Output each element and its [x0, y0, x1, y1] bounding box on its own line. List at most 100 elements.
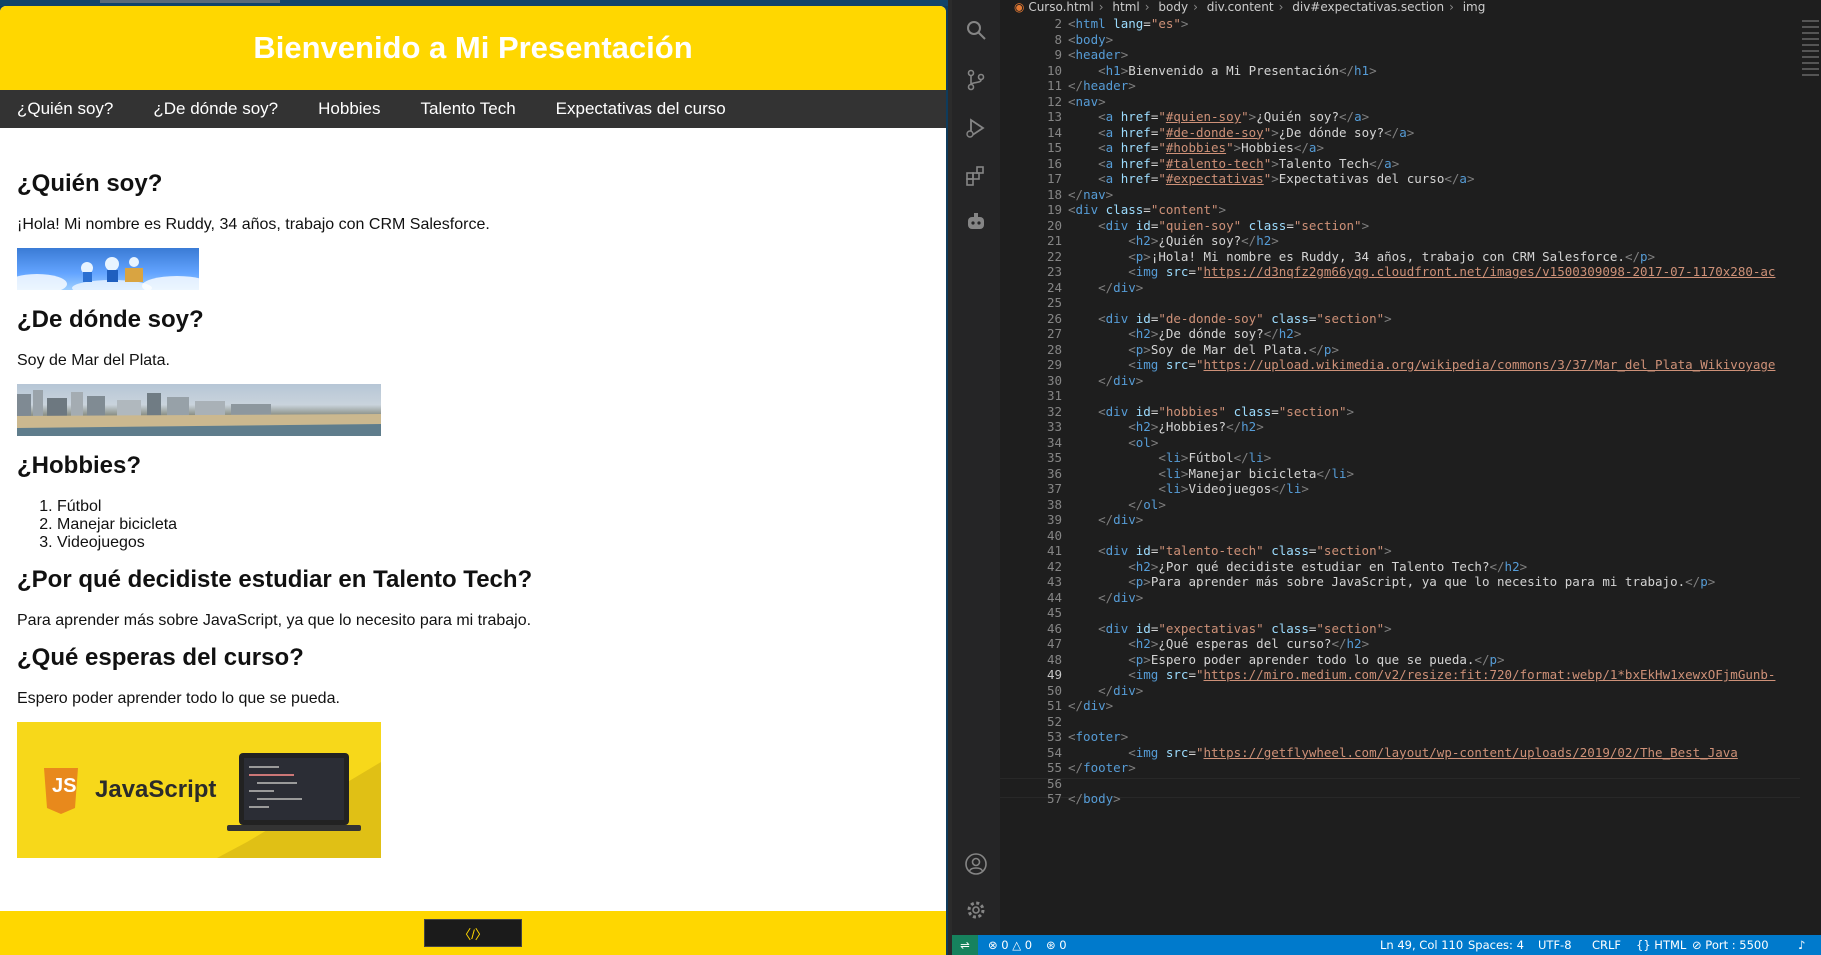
section-text: Soy de Mar del Plata. [17, 352, 170, 369]
breadcrumb-item[interactable]: div#expectativas.section [1292, 0, 1444, 14]
code-line[interactable]: <h1>Bienvenido a Mi Presentación</h1> [1068, 63, 1377, 78]
code-line[interactable]: <html lang="es"> [1068, 16, 1188, 31]
code-editor-window: ◉ Curso.html › html › body › div.content › d… [952, 0, 1821, 955]
code-line[interactable]: <ol> [1068, 435, 1158, 450]
braces-icon: {} [1636, 938, 1651, 952]
code-line[interactable]: <li>Fútbol</li> [1068, 450, 1271, 465]
nav-link-de-donde-soy[interactable]: ¿De dónde soy? [153, 99, 278, 119]
line-number: 33 [1046, 419, 1062, 434]
code-line[interactable]: <h2>¿Hobbies?</h2> [1068, 419, 1264, 434]
code-line[interactable]: <li>Manejar bicicleta</li> [1068, 466, 1354, 481]
breadcrumb-item[interactable]: div.content [1207, 0, 1274, 14]
line-number: 34 [1046, 434, 1062, 450]
breadcrumb-item[interactable]: img [1463, 0, 1486, 14]
live-server-port[interactable]: ⊘ Port : 5500 [1692, 935, 1769, 955]
code-line[interactable]: <img src="https://d3nqfz2gm66yqg.cloudfr… [1068, 264, 1775, 279]
cursor-position[interactable]: Ln 49, Col 110 [1380, 935, 1463, 955]
language-mode[interactable]: {} HTML [1636, 935, 1686, 955]
problems-indicator[interactable]: ⊗ 0 △ 0 [988, 935, 1032, 955]
remote-indicator-icon[interactable]: ⇌ [952, 935, 978, 955]
line-number: 49 [1046, 667, 1062, 682]
source-control-icon[interactable] [964, 68, 988, 92]
line-number: 36 [1046, 465, 1062, 481]
code-line[interactable]: <div class="content"> [1068, 202, 1226, 217]
code-line[interactable]: <p>Para aprender más sobre JavaScript, y… [1068, 574, 1715, 589]
code-line[interactable]: <p>Soy de Mar del Plata.</p> [1068, 342, 1339, 357]
site-nav: ¿Quién soy? ¿De dónde soy? Hobbies Talen… [0, 90, 946, 128]
code-line[interactable]: <a href="#quien-soy">¿Quién soy?</a> [1068, 109, 1369, 124]
code-line[interactable]: <li>Videojuegos</li> [1068, 481, 1309, 496]
code-area[interactable]: 2 <html lang="es"> 8 <body> 9 <header> 10 <h1>… [1000, 16, 1800, 933]
code-line[interactable]: </div> [1068, 698, 1113, 713]
content: ¿Quién soy? ¡Hola! Mi nombre es Ruddy, 3… [0, 128, 946, 858]
ports-indicator[interactable]: ⊛ 0 [1046, 935, 1067, 955]
line-number: 21 [1046, 233, 1062, 248]
code-line[interactable]: </nav> [1068, 187, 1113, 202]
code-line[interactable]: <div id="expectativas" class="section"> [1068, 621, 1392, 636]
code-line[interactable]: </div> [1068, 280, 1143, 295]
line-ending[interactable]: CRLF [1592, 935, 1621, 955]
code-line[interactable]: <h2>¿De dónde soy?</h2> [1068, 326, 1301, 341]
editor-scrollbar[interactable] [1807, 0, 1821, 935]
run-debug-icon[interactable] [964, 116, 988, 140]
encoding[interactable]: UTF-8 [1538, 935, 1572, 955]
code-line[interactable]: <header> [1068, 47, 1128, 62]
code-line[interactable]: <img src="https://miro.medium.com/v2/res… [1068, 667, 1775, 682]
code-line[interactable]: <body> [1068, 32, 1113, 47]
line-number: 15 [1046, 140, 1062, 155]
code-line[interactable]: </ol> [1068, 497, 1166, 512]
line-number: 14 [1046, 124, 1062, 140]
search-icon[interactable] [964, 18, 988, 42]
code-line[interactable]: </footer> [1068, 760, 1136, 775]
code-line[interactable]: <p>¡Hola! Mi nombre es Ruddy, 34 años, t… [1068, 249, 1655, 264]
line-number: 48 [1046, 651, 1062, 667]
breadcrumb: ◉ Curso.html › html › body › div.content › d… [1014, 0, 1486, 14]
section-text: ¡Hola! Mi nombre es Ruddy, 34 años, trab… [17, 216, 490, 233]
nav-link-hobbies[interactable]: Hobbies [318, 99, 380, 119]
remote-explorer-icon[interactable] [964, 210, 988, 234]
line-number: 46 [1046, 620, 1062, 636]
extensions-icon[interactable] [964, 164, 988, 188]
html-file-icon: ◉ [1014, 0, 1025, 14]
code-line[interactable]: <footer> [1068, 729, 1128, 744]
code-line[interactable]: <a href="#de-donde-soy">¿De dónde soy?</… [1068, 125, 1414, 140]
breadcrumb-item[interactable]: html [1112, 0, 1139, 14]
line-number: 45 [1046, 605, 1062, 620]
code-line[interactable]: <div id="de-donde-soy" class="section"> [1068, 311, 1392, 326]
nav-link-quien-soy[interactable]: ¿Quién soy? [17, 99, 113, 119]
code-line[interactable]: </div> [1068, 373, 1143, 388]
code-line[interactable]: </div> [1068, 683, 1143, 698]
code-line[interactable]: </div> [1068, 512, 1143, 527]
code-line[interactable]: <h2>¿Quién soy?</h2> [1068, 233, 1279, 248]
code-line[interactable]: <h2>¿Qué esperas del curso?</h2> [1068, 636, 1369, 651]
code-line[interactable]: <div id="hobbies" class="section"> [1068, 404, 1354, 419]
code-line[interactable]: <img src="https://getflywheel.com/layout… [1068, 745, 1738, 760]
code-line[interactable]: <div id="talento-tech" class="section"> [1068, 543, 1392, 558]
code-line[interactable]: <h2>¿Por qué decidiste estudiar en Talen… [1068, 559, 1527, 574]
breadcrumb-item[interactable]: Curso.html [1028, 0, 1093, 14]
code-line[interactable]: <a href="#expectativas">Expectativas del… [1068, 171, 1474, 186]
code-line[interactable]: <a href="#hobbies">Hobbies</a> [1068, 140, 1324, 155]
code-line[interactable]: <p>Espero poder aprender todo lo que se … [1068, 652, 1504, 667]
code-line[interactable]: <a href="#talento-tech">Talento Tech</a> [1068, 156, 1399, 171]
code-line[interactable]: <div id="quien-soy" class="section"> [1068, 218, 1369, 233]
indentation[interactable]: Spaces: 4 [1468, 935, 1524, 955]
code-line[interactable]: <img src="https://upload.wikimedia.org/w… [1068, 357, 1775, 372]
ports-count: 0 [1059, 938, 1067, 952]
code-line[interactable]: </body> [1068, 791, 1121, 806]
account-icon[interactable] [964, 852, 988, 876]
line-number: 24 [1046, 279, 1062, 295]
line-number: 20 [1046, 217, 1062, 233]
nav-link-talento-tech[interactable]: Talento Tech [421, 99, 516, 119]
code-line[interactable]: </div> [1068, 590, 1143, 605]
code-line[interactable]: <nav> [1068, 94, 1106, 109]
breadcrumb-item[interactable]: body [1158, 0, 1188, 14]
notifications-bell-icon[interactable]: ♪ [1798, 935, 1805, 955]
code-line[interactable]: </header> [1068, 78, 1136, 93]
list-item: Videojuegos [57, 534, 929, 552]
banner-image [17, 248, 199, 290]
settings-gear-icon[interactable] [964, 898, 988, 922]
list-item: Fútbol [57, 498, 929, 516]
line-number: 22 [1046, 248, 1062, 264]
nav-link-expectativas[interactable]: Expectativas del curso [556, 99, 726, 119]
